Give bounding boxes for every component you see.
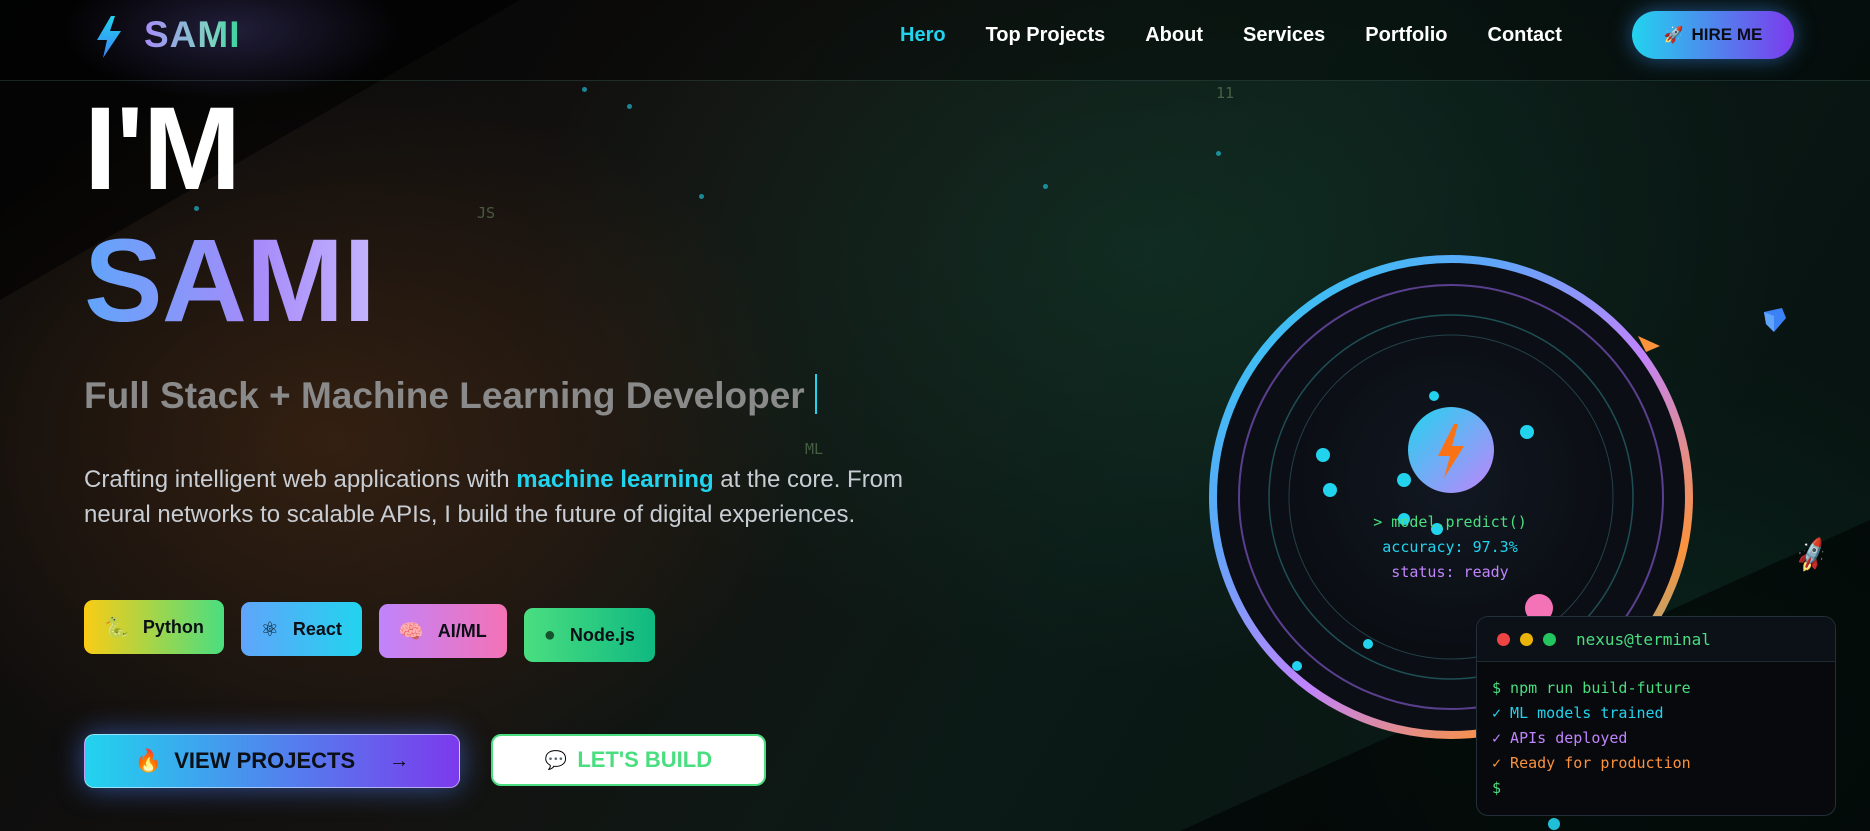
skill-chips: 🐍 Python ⚛ React 🧠 AI/ML ● Node.js — [84, 600, 672, 662]
arrow-right-icon: → — [389, 749, 410, 772]
lightning-bolt-icon[interactable] — [95, 16, 123, 58]
nav-link-about[interactable]: About — [1145, 24, 1203, 47]
minimize-dot-icon[interactable] — [1520, 632, 1533, 646]
nav-link-top-projects[interactable]: Top Projects — [986, 24, 1106, 47]
nav-link-services[interactable]: Services — [1243, 24, 1325, 47]
nav-links: Hero Top Projects About Services Portfol… — [900, 24, 1602, 47]
brand-logo-text[interactable]: SAMI — [144, 14, 241, 56]
terminal-line: $ npm run build-future — [1492, 679, 1691, 697]
react-icon: ⚛ — [260, 618, 279, 641]
floating-label: ML — [805, 440, 824, 458]
description-text: Crafting intelligent web applications wi… — [84, 466, 517, 493]
maximize-dot-icon[interactable] — [1543, 632, 1556, 646]
hero-subtitle-text: Full Stack + Machine Learning Developer — [84, 375, 805, 416]
particle-dot — [627, 104, 632, 109]
hire-me-button[interactable]: 🚀 HIRE ME — [1632, 11, 1794, 59]
view-projects-button[interactable]: 🔥 VIEW PROJECTS → — [84, 734, 460, 788]
lets-build-button[interactable]: 💬 LET'S BUILD — [491, 734, 766, 786]
terminal-title: nexus@terminal — [1576, 629, 1711, 649]
floating-label: JS — [477, 204, 496, 222]
hero-name: SAMI — [84, 215, 376, 347]
hire-me-label: HIRE ME — [1691, 25, 1763, 44]
orb-code-line: status: ready — [1391, 563, 1509, 581]
view-projects-label: VIEW PROJECTS — [174, 748, 356, 773]
terminal-line: ✓ Ready for production — [1492, 754, 1691, 772]
terminal-titlebar: nexus@terminal — [1477, 617, 1835, 662]
close-dot-icon[interactable] — [1497, 632, 1510, 646]
description-highlight: machine learning — [516, 466, 714, 493]
floating-label: 11 — [1216, 84, 1235, 102]
particle-dot — [1548, 818, 1560, 830]
terminal-window: nexus@terminal $ npm run build-future ✓ … — [1476, 616, 1836, 816]
skill-chip-nodejs[interactable]: ● Node.js — [523, 608, 655, 662]
rocket-icon: 🚀 — [1663, 27, 1684, 44]
top-navbar: SAMI Hero Top Projects About Services Po… — [0, 0, 1870, 100]
skill-chip-python[interactable]: 🐍 Python — [84, 600, 224, 654]
terminal-line: ✓ ML models trained — [1492, 704, 1664, 722]
skill-label: AI/ML — [437, 620, 487, 641]
orb-code-line: accuracy: 97.3% — [1382, 538, 1518, 556]
particle-dot — [582, 87, 587, 92]
hero-description: Crafting intelligent web applications wi… — [84, 462, 944, 532]
skill-chip-ai-ml[interactable]: 🧠 AI/ML — [378, 604, 507, 658]
terminal-line: ✓ APIs deployed — [1492, 729, 1628, 747]
node-icon: ● — [543, 623, 556, 646]
hero-greeting: I'M — [84, 83, 241, 215]
particle-dot — [699, 194, 704, 199]
orb-code-readout: > model.predict() accuracy: 97.3% status… — [1340, 510, 1560, 585]
orb-code-line: > model.predict() — [1373, 513, 1527, 531]
skill-label: Python — [142, 616, 204, 637]
fire-icon: 🔥 — [134, 748, 163, 773]
nav-link-hero[interactable]: Hero — [900, 24, 946, 47]
terminal-output: $ npm run build-future ✓ ML models train… — [1477, 662, 1835, 801]
lets-build-label: LET'S BUILD — [577, 747, 713, 772]
particle-dot — [1043, 184, 1048, 189]
python-icon: 🐍 — [104, 616, 129, 639]
typing-cursor — [814, 374, 817, 414]
nav-link-portfolio[interactable]: Portfolio — [1365, 24, 1447, 47]
hero-subtitle: Full Stack + Machine Learning Developer — [84, 374, 817, 417]
brain-icon: 🧠 — [398, 620, 424, 643]
skill-label: React — [292, 618, 342, 639]
nav-link-contact[interactable]: Contact — [1488, 24, 1562, 47]
skill-label: Node.js — [569, 624, 635, 645]
skill-chip-react[interactable]: ⚛ React — [240, 602, 362, 656]
speech-bubble-icon: 💬 — [544, 749, 568, 770]
gem-icon — [1764, 308, 1786, 332]
particle-dot — [1216, 151, 1221, 156]
terminal-prompt: $ — [1492, 779, 1502, 797]
